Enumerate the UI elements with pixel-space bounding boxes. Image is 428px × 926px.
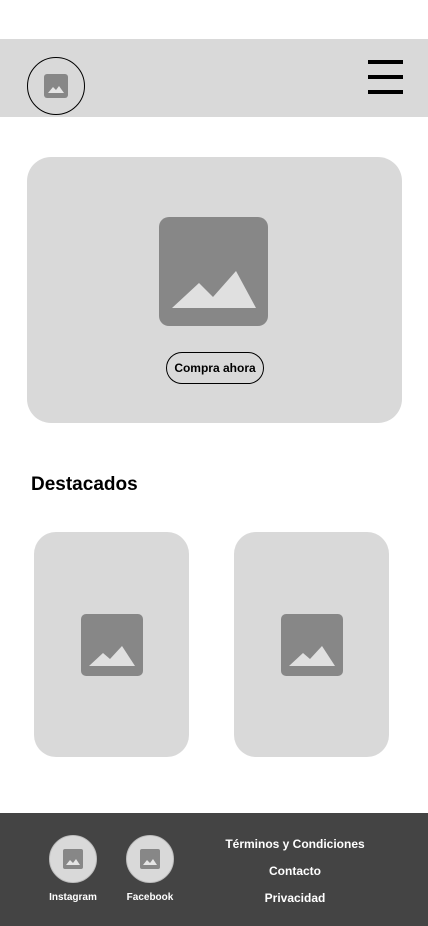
facebook-icon-circle — [126, 835, 174, 883]
buy-now-button[interactable]: Compra ahora — [166, 352, 264, 384]
header-bar — [0, 39, 428, 117]
footer-links: Términos y Condiciones Contacto Privacid… — [200, 837, 390, 918]
terms-link[interactable]: Términos y Condiciones — [200, 837, 390, 851]
featured-card[interactable] — [234, 532, 389, 757]
image-placeholder-icon — [140, 849, 160, 869]
facebook-label: Facebook — [126, 892, 174, 903]
image-placeholder-icon — [81, 614, 143, 676]
hero-banner: Compra ahora — [27, 157, 402, 423]
section-title: Destacados — [31, 474, 138, 495]
image-placeholder-icon — [44, 74, 68, 98]
logo[interactable] — [27, 57, 85, 115]
hamburger-menu-icon[interactable] — [368, 60, 403, 94]
image-placeholder-icon — [281, 614, 343, 676]
menu-line — [368, 75, 403, 79]
menu-line — [368, 60, 403, 64]
instagram-label: Instagram — [49, 892, 97, 903]
footer: Instagram Facebook Términos y Condicione… — [0, 813, 428, 926]
featured-card[interactable] — [34, 532, 189, 757]
menu-line — [368, 90, 403, 94]
instagram-link[interactable]: Instagram — [38, 835, 108, 903]
instagram-icon-circle — [49, 835, 97, 883]
privacy-link[interactable]: Privacidad — [200, 891, 390, 905]
image-placeholder-icon — [159, 217, 268, 326]
facebook-link[interactable]: Facebook — [115, 835, 185, 903]
image-placeholder-icon — [63, 849, 83, 869]
contact-link[interactable]: Contacto — [200, 864, 390, 878]
